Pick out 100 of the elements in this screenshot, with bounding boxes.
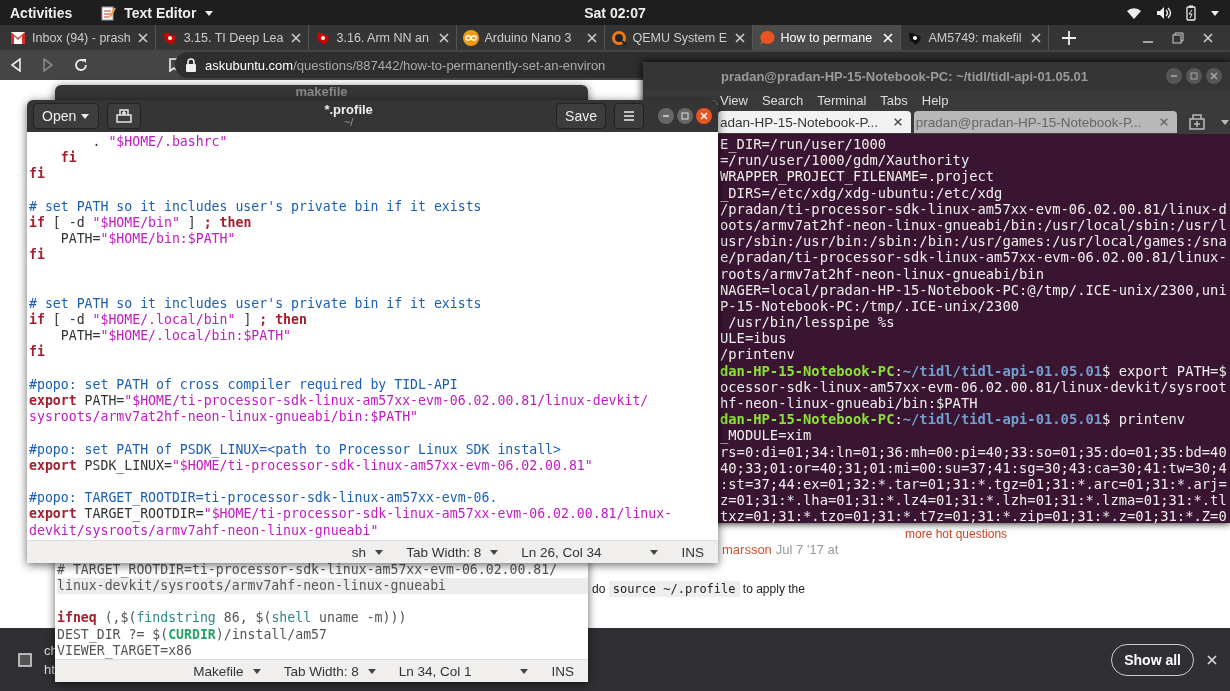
terminal-line: P-15-Notebook-PC:/tmp/.ICE-unix/2300 bbox=[720, 297, 1020, 315]
battery-icon[interactable] bbox=[1186, 4, 1196, 21]
terminal-line: e/pradan/ti-processor-sdk-linux-am57xx-evm-06.02.00.81/linux- bbox=[720, 249, 1228, 266]
caret-icon bbox=[80, 112, 91, 120]
code-line: fi bbox=[29, 344, 46, 361]
terminal-line: 40;33;01:or=40;31;01:mi=00:su=37;41:sg=30;43:ca=30;41:tw=30;4 bbox=[720, 459, 1228, 476]
restore-icon[interactable] bbox=[1172, 31, 1184, 44]
window-subtitle: ~/ bbox=[343, 116, 354, 129]
app-menu[interactable]: Text Editor bbox=[100, 4, 215, 21]
speech-bubble-icon bbox=[758, 29, 775, 46]
wifi-icon[interactable] bbox=[1126, 5, 1142, 20]
terminal-line: z=01;31:*.lha=01;31:*.lz4=01;31:*.lzh=01;31:*.lzma=01;31:*.tl bbox=[720, 492, 1228, 509]
code-line: #popo: set PATH of cross compiler required by TIDL-API bbox=[29, 376, 459, 393]
code-line: # TARGET_ROOTDIR=ti-processor-sdk-linux-am57xx-evm-06.02.00.81/ bbox=[57, 561, 559, 579]
cursor-position-dropdown[interactable]: Ln 26, Col 34 bbox=[521, 544, 660, 560]
open-button[interactable]: Open bbox=[33, 103, 100, 129]
code-line: fi bbox=[59, 150, 78, 167]
clock[interactable]: Sat 02:07 bbox=[584, 4, 646, 21]
tab-width-dropdown[interactable]: Tab Width: 8 bbox=[283, 663, 377, 679]
code-line: ifneq (,$(findstring 86, $(shell uname -m))) bbox=[57, 610, 408, 627]
code-line: sysroots/armv7at2hf-neon-linux-gnueabi/bin:$PATH" bbox=[29, 409, 420, 426]
maximize-icon[interactable] bbox=[1186, 68, 1202, 84]
menu-item[interactable]: View bbox=[720, 92, 748, 108]
code-line: #popo: TARGET_ROOTDIR=ti-processor-sdk-linux-am57xx-evm-06. bbox=[29, 490, 499, 507]
infinity-icon bbox=[462, 29, 479, 46]
menu-item[interactable]: Tabs bbox=[880, 92, 908, 108]
terminal-line: /usr/bin/lesspipe %s bbox=[727, 314, 896, 331]
terminal-line: E_DIR=/run/user/1000 bbox=[720, 136, 888, 153]
browser-tab[interactable]: How to permane bbox=[752, 25, 901, 50]
code-line: if [ -d "$HOME/bin" ] ; then bbox=[29, 214, 253, 232]
new-tab-icon[interactable] bbox=[1188, 114, 1206, 130]
code-line: PATH="$HOME/.local/bin:$PATH" bbox=[59, 328, 293, 345]
menu-item[interactable]: Help bbox=[921, 92, 949, 108]
reload-icon[interactable] bbox=[74, 58, 88, 72]
code-line: export PATH="$HOME/ti-processor-sdk-linux-am57xx-evm-06.02.00.81/linux-devkit/ bbox=[29, 393, 650, 410]
notepad-icon bbox=[100, 4, 117, 21]
code-line: fi bbox=[29, 247, 46, 264]
code-line: . "$HOME/.bashrc" bbox=[91, 134, 229, 151]
terminal-line: roots/armv7at2hf-neon-linux-gnueabi/bin bbox=[720, 265, 1045, 282]
terminal-line: _MODULE=xim bbox=[720, 427, 813, 444]
language-dropdown[interactable]: sh bbox=[351, 544, 385, 560]
ring-icon bbox=[610, 29, 627, 46]
maximize-icon[interactable] bbox=[677, 108, 693, 124]
activities-button[interactable]: Activities bbox=[10, 4, 73, 21]
terminal-line: ocessor-sdk-linux-am57xx-evm-06.02.00.81/linux-devkit/sysroot bbox=[720, 378, 1228, 395]
plus-icon[interactable] bbox=[1062, 30, 1076, 45]
close-icon[interactable] bbox=[892, 117, 903, 127]
code-line: #popo: set PATH of PSDK_LINUX=<path to Processor Linux SDK install> bbox=[29, 441, 562, 458]
caret-icon bbox=[649, 548, 660, 556]
save-button[interactable]: Save bbox=[556, 103, 606, 129]
menu-item[interactable]: Terminal bbox=[817, 92, 867, 108]
minimize-icon[interactable] bbox=[1166, 68, 1182, 84]
caret-icon[interactable] bbox=[1210, 8, 1220, 17]
caret-icon[interactable] bbox=[1220, 118, 1230, 126]
back-icon[interactable] bbox=[10, 58, 22, 72]
caret-icon bbox=[251, 667, 262, 675]
comment-date: Jul 7 '17 at bbox=[775, 542, 839, 557]
code-line: VIEWER_TARGET=x86 bbox=[57, 642, 193, 659]
terminal-line: WRAPPER_PROJECT_FILENAME=.project bbox=[720, 168, 996, 185]
insert-mode: INS bbox=[551, 663, 574, 679]
new-document-icon bbox=[116, 109, 133, 123]
code-line: export PSDK_LINUX="$HOME/ti-processor-sdk-linux-am57xx-evm-06.02.00.81" bbox=[29, 457, 594, 474]
terminal-line: oots/armv7at2hf-neon-linux-gnueabi/bin:/usr/local/sbin:/usr/l bbox=[720, 216, 1228, 234]
close-icon[interactable] bbox=[1206, 68, 1222, 84]
code-line: # set PATH so it includes user's private bin if it exists bbox=[29, 198, 483, 215]
code-line: export TARGET_ROOTDIR="$HOME/ti-processor-sdk-linux-am57xx-evm-06.02.00.81/linux- bbox=[29, 506, 674, 523]
terminal-line: dan-HP-15-Notebook-PC:~/tidl/tidl-api-01.05.01$ printenv bbox=[720, 411, 1187, 428]
terminal-line: hf-neon-linux-gnueabi/bin:$PATH bbox=[720, 395, 979, 412]
language-dropdown[interactable]: Makefile bbox=[193, 663, 262, 679]
caret-icon bbox=[374, 548, 385, 556]
terminal-line: rs=0:di=01;34:ln=01;36:mh=00:pi=40;33:so=01;35:do=01;35:bd=40 bbox=[720, 443, 1228, 460]
tab-width-dropdown[interactable]: Tab Width: 8 bbox=[406, 544, 500, 560]
terminal-tab[interactable]: adan-HP-15-Notebook-P... bbox=[718, 111, 911, 133]
code-line: fi bbox=[29, 166, 46, 183]
cursor-position-dropdown[interactable]: Ln 34, Col 1 bbox=[398, 663, 530, 679]
answer-text: do source ~/.profile to apply the bbox=[592, 582, 805, 596]
terminal-line: ULE=ibus bbox=[720, 330, 788, 347]
volume-icon[interactable] bbox=[1156, 5, 1172, 20]
insert-mode: INS bbox=[681, 544, 704, 560]
menu-icon bbox=[623, 110, 635, 122]
forward-icon[interactable] bbox=[42, 58, 54, 72]
minimize-icon[interactable] bbox=[658, 108, 674, 124]
comment-author[interactable]: marsson bbox=[722, 542, 772, 557]
hot-questions-link[interactable]: more hot questions bbox=[905, 527, 1008, 541]
caret-icon bbox=[489, 548, 500, 556]
envelope-icon bbox=[10, 30, 26, 45]
code-line: if [ -d "$HOME/.local/bin" ] ; then bbox=[29, 312, 308, 329]
new-document-button[interactable] bbox=[107, 103, 142, 129]
terminal-line: dan-HP-15-Notebook-PC:~/tidl/tidl-api-01.05.01$ export PATH=$ bbox=[720, 362, 1228, 379]
close-icon[interactable] bbox=[696, 108, 712, 124]
caret-icon bbox=[366, 667, 377, 675]
window-title: *.profile bbox=[324, 103, 373, 116]
terminal-line: :st=37;44:ex=01;32:*.tar=01;31:*.tgz=01;31:*.arc=01;31:*.arj= bbox=[720, 475, 1228, 493]
menu-item[interactable]: Search bbox=[761, 92, 804, 108]
code-line: DEST_DIR ?= $(CURDIR)/install/am57 bbox=[57, 626, 328, 643]
window-title: pradan@pradan-HP-15-Notebook-PC: ~/tidl/tidl-api-01.05.01 bbox=[720, 68, 1089, 84]
file-icon bbox=[18, 652, 32, 667]
menu-button[interactable] bbox=[614, 103, 644, 129]
code-line: PATH="$HOME/bin:$PATH" bbox=[59, 231, 237, 248]
terminal-line: /printenv bbox=[720, 346, 796, 363]
